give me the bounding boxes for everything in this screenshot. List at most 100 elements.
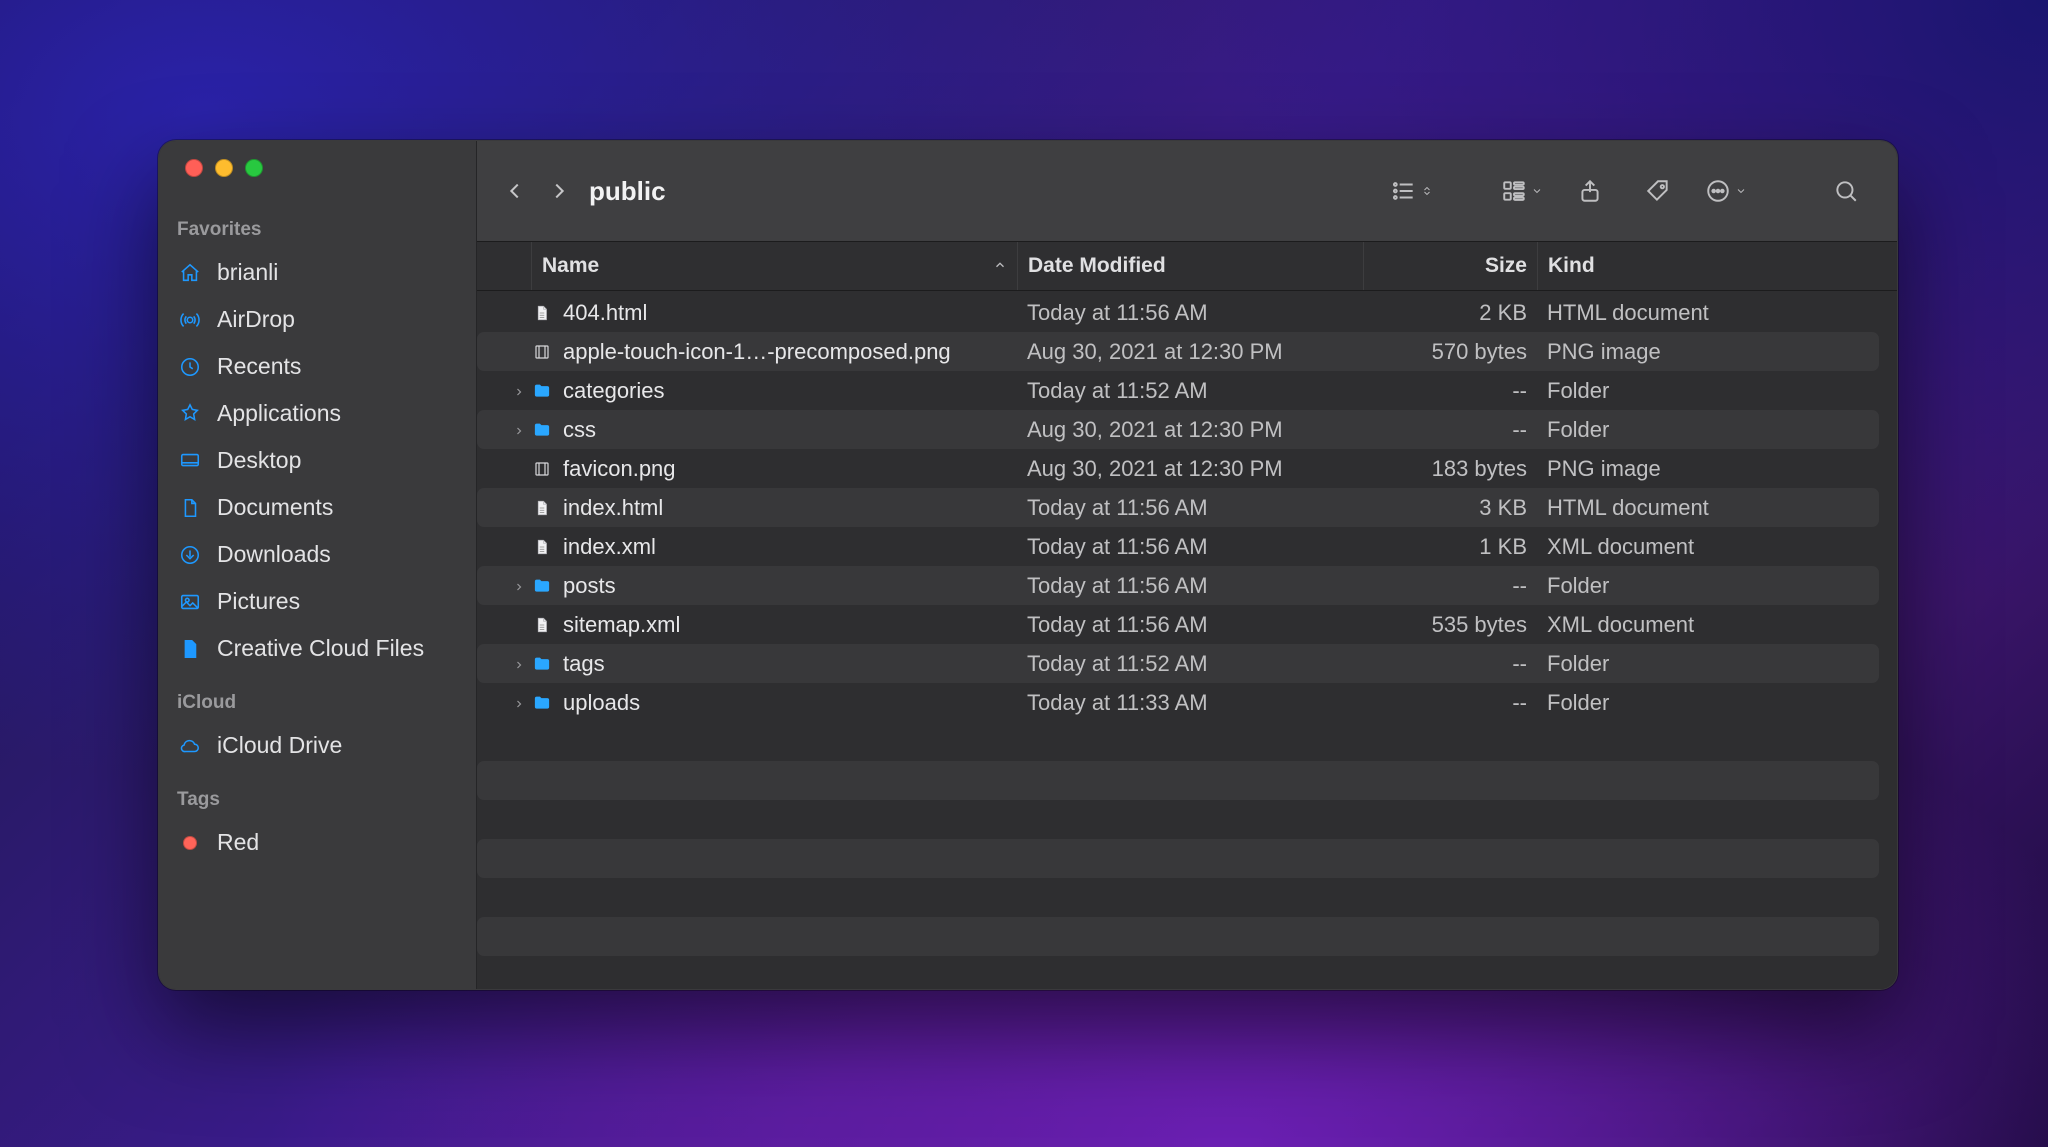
disclosure-triangle-icon[interactable] bbox=[513, 378, 525, 404]
file-size: -- bbox=[1363, 651, 1537, 677]
file-date: Today at 11:56 AM bbox=[1017, 534, 1363, 560]
window-title: public bbox=[589, 176, 666, 207]
column-size[interactable]: Size bbox=[1363, 242, 1537, 290]
column-headers: Name Date Modified Size Kind bbox=[477, 241, 1897, 291]
file-row[interactable]: index.htmlToday at 11:56 AM3 KBHTML docu… bbox=[477, 488, 1879, 527]
cloud-icon bbox=[177, 735, 203, 757]
applications-icon bbox=[177, 403, 203, 425]
clock-icon bbox=[177, 356, 203, 378]
sidebar-item-airdrop[interactable]: AirDrop bbox=[159, 296, 476, 343]
sidebar-item-documents[interactable]: Documents bbox=[159, 484, 476, 531]
disclosure-triangle-icon[interactable] bbox=[513, 417, 525, 443]
share-button[interactable] bbox=[1565, 169, 1615, 213]
folder-icon bbox=[531, 692, 553, 714]
disclosure-triangle-icon[interactable] bbox=[513, 651, 525, 677]
file-row[interactable]: favicon.pngAug 30, 2021 at 12:30 PM183 b… bbox=[477, 449, 1879, 488]
file-row[interactable]: tagsToday at 11:52 AM--Folder bbox=[477, 644, 1879, 683]
file-date: Today at 11:33 AM bbox=[1017, 690, 1363, 716]
file-name: uploads bbox=[563, 690, 640, 716]
file-size: -- bbox=[1363, 378, 1537, 404]
column-size-label: Size bbox=[1485, 254, 1527, 278]
search-button[interactable] bbox=[1821, 169, 1871, 213]
sidebar-item-icloud-drive[interactable]: iCloud Drive bbox=[159, 722, 476, 769]
view-list-button[interactable] bbox=[1387, 169, 1437, 213]
file-size: 2 KB bbox=[1363, 300, 1537, 326]
file-row[interactable]: categoriesToday at 11:52 AM--Folder bbox=[477, 371, 1879, 410]
group-button[interactable] bbox=[1497, 169, 1547, 213]
sidebar-item-creative-cloud[interactable]: Creative Cloud Files bbox=[159, 625, 476, 672]
disclosure-triangle-icon[interactable] bbox=[513, 690, 525, 716]
sidebar-item-label: brianli bbox=[217, 259, 278, 286]
sidebar-item-label: Recents bbox=[217, 353, 301, 380]
sidebar-item-home[interactable]: brianli bbox=[159, 249, 476, 296]
file-size: 570 bytes bbox=[1363, 339, 1537, 365]
window-controls bbox=[159, 159, 476, 177]
sidebar: Favorites brianli AirDrop Recents Applic… bbox=[159, 141, 477, 989]
file-row[interactable]: 404.htmlToday at 11:56 AM2 KBHTML docume… bbox=[477, 293, 1879, 332]
zoom-button[interactable] bbox=[245, 159, 263, 177]
sidebar-item-label: Documents bbox=[217, 494, 333, 521]
back-button[interactable] bbox=[493, 169, 537, 213]
file-size: -- bbox=[1363, 690, 1537, 716]
sidebar-item-label: AirDrop bbox=[217, 306, 295, 333]
file-kind: Folder bbox=[1537, 417, 1879, 443]
column-name[interactable]: Name bbox=[531, 242, 1017, 290]
disclosure-triangle-icon[interactable] bbox=[513, 573, 525, 599]
file-name: index.xml bbox=[563, 534, 656, 560]
column-date-label: Date Modified bbox=[1028, 254, 1166, 278]
sidebar-item-recents[interactable]: Recents bbox=[159, 343, 476, 390]
tags-button[interactable] bbox=[1633, 169, 1683, 213]
sidebar-item-label: Desktop bbox=[217, 447, 301, 474]
file-kind: HTML document bbox=[1537, 495, 1879, 521]
empty-row bbox=[477, 761, 1879, 800]
file-date: Today at 11:56 AM bbox=[1017, 612, 1363, 638]
image-file-icon bbox=[531, 341, 553, 363]
file-name: index.html bbox=[563, 495, 663, 521]
file-date: Aug 30, 2021 at 12:30 PM bbox=[1017, 339, 1363, 365]
file-name: apple-touch-icon-1…-precomposed.png bbox=[563, 339, 951, 365]
column-date[interactable]: Date Modified bbox=[1017, 242, 1363, 290]
file-kind: Folder bbox=[1537, 378, 1879, 404]
sidebar-item-desktop[interactable]: Desktop bbox=[159, 437, 476, 484]
download-icon bbox=[177, 544, 203, 566]
sidebar-item-applications[interactable]: Applications bbox=[159, 390, 476, 437]
sidebar-item-tag-red[interactable]: Red bbox=[159, 819, 476, 866]
column-kind[interactable]: Kind bbox=[1537, 242, 1881, 290]
folder-icon bbox=[531, 380, 553, 402]
file-row[interactable]: postsToday at 11:56 AM--Folder bbox=[477, 566, 1879, 605]
sidebar-section-icloud-title: iCloud bbox=[159, 684, 476, 722]
main-panel: public bbox=[477, 141, 1897, 989]
file-size: 535 bytes bbox=[1363, 612, 1537, 638]
file-row[interactable]: sitemap.xmlToday at 11:56 AM535 bytesXML… bbox=[477, 605, 1879, 644]
sidebar-item-label: Pictures bbox=[217, 588, 300, 615]
pictures-icon bbox=[177, 591, 203, 613]
file-date: Aug 30, 2021 at 12:30 PM bbox=[1017, 456, 1363, 482]
folder-icon bbox=[531, 575, 553, 597]
file-kind: Folder bbox=[1537, 573, 1879, 599]
empty-row bbox=[477, 917, 1879, 956]
document-file-icon bbox=[531, 302, 553, 324]
file-name: sitemap.xml bbox=[563, 612, 680, 638]
file-date: Today at 11:52 AM bbox=[1017, 651, 1363, 677]
file-kind: HTML document bbox=[1537, 300, 1879, 326]
finder-window: Favorites brianli AirDrop Recents Applic… bbox=[158, 140, 1898, 990]
document-file-icon bbox=[531, 536, 553, 558]
column-name-label: Name bbox=[542, 254, 599, 278]
file-size: 1 KB bbox=[1363, 534, 1537, 560]
file-row[interactable]: apple-touch-icon-1…-precomposed.png Aug 3… bbox=[477, 332, 1879, 371]
forward-button[interactable] bbox=[537, 169, 581, 213]
sidebar-item-pictures[interactable]: Pictures bbox=[159, 578, 476, 625]
file-kind: XML document bbox=[1537, 534, 1879, 560]
sidebar-item-label: iCloud Drive bbox=[217, 732, 342, 759]
close-button[interactable] bbox=[185, 159, 203, 177]
minimize-button[interactable] bbox=[215, 159, 233, 177]
file-date: Aug 30, 2021 at 12:30 PM bbox=[1017, 417, 1363, 443]
desktop-icon bbox=[177, 450, 203, 472]
sidebar-item-downloads[interactable]: Downloads bbox=[159, 531, 476, 578]
file-row[interactable]: cssAug 30, 2021 at 12:30 PM--Folder bbox=[477, 410, 1879, 449]
actions-button[interactable] bbox=[1701, 169, 1751, 213]
file-row[interactable]: uploadsToday at 11:33 AM--Folder bbox=[477, 683, 1879, 722]
sidebar-item-label: Downloads bbox=[217, 541, 331, 568]
file-date: Today at 11:56 AM bbox=[1017, 495, 1363, 521]
file-row[interactable]: index.xml Today at 11:56 AM1 KBXML docume… bbox=[477, 527, 1879, 566]
